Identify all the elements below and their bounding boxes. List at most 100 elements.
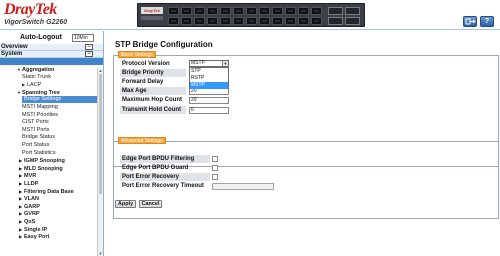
sidebar-item-bridge-settings[interactable]: Bridge Settings	[22, 96, 98, 104]
sidebar-item-aggregation[interactable]: ▼Aggregation	[17, 66, 54, 73]
ethernet-port[interactable]	[181, 7, 192, 15]
advanced-settings-group: Advanced Settings Edge Port BPDU Filteri…	[113, 137, 499, 219]
nav-configuration[interactable]	[0, 58, 103, 65]
ethernet-port[interactable]	[220, 17, 231, 25]
panel-logo: DrayTek	[141, 7, 163, 14]
protocol-option-mstp[interactable]: MSTP	[190, 82, 228, 89]
sidebar-item-mld-snooping[interactable]: ▶ MLD Snooping	[19, 165, 63, 172]
sidebar-item-static-trunk[interactable]: Static Trunk	[22, 74, 51, 81]
logout-icon[interactable]	[463, 16, 477, 27]
protocol-version-value: MSTP	[191, 60, 205, 66]
protocol-option-stp[interactable]: STP	[190, 68, 228, 75]
ethernet-port[interactable]	[259, 17, 270, 25]
brand-logo: DrayTek	[4, 1, 57, 18]
sidebar-item-label: Static Trunk	[22, 73, 52, 80]
sidebar-item-mvr[interactable]: ▶ MVR	[19, 172, 36, 179]
sidebar-item-label: GARP	[24, 203, 40, 210]
ethernet-port[interactable]	[285, 7, 296, 15]
sidebar-item-label: Port Status	[22, 142, 50, 148]
page-title: STP Bridge Configuration	[115, 40, 213, 49]
ethernet-port[interactable]	[311, 7, 322, 15]
sidebar-item-port-statistics[interactable]: Port Statistics	[22, 150, 56, 157]
sidebar-scrollbar[interactable]: ▲ ▼	[97, 68, 103, 256]
sidebar-item-label: CIST Ports	[22, 119, 49, 126]
bridge-priority-label: Bridge Priority	[120, 69, 186, 77]
sidebar-item-label: GVRP	[24, 211, 40, 218]
sidebar-item-lldp[interactable]: ▶ LLDP	[19, 180, 38, 187]
apply-button[interactable]: Apply	[115, 200, 136, 208]
sidebar-item-label: Spanning Tree	[22, 89, 60, 96]
ethernet-port[interactable]	[168, 7, 179, 15]
scrollbar-thumb[interactable]	[99, 74, 102, 194]
forward-delay-label: Forward Delay	[122, 79, 164, 85]
error-recovery-timeout-input[interactable]	[212, 183, 274, 190]
max-age-input[interactable]: 20	[189, 88, 229, 95]
ethernet-port[interactable]	[194, 7, 205, 15]
sfp-port[interactable]	[345, 7, 360, 15]
sidebar-item-msti-mapping[interactable]: MSTI Mapping	[22, 104, 58, 111]
sidebar-item-igmp-snooping[interactable]: ▶ IGMP Snooping	[19, 157, 65, 164]
auto-logout-select[interactable]: 10Min	[72, 34, 94, 42]
sidebar-item-label: QoS	[24, 219, 36, 225]
sidebar-item-single-ip[interactable]: ▶ Single IP	[19, 226, 47, 233]
cancel-button[interactable]: Cancel	[139, 200, 162, 208]
sidebar-item-bridge-status[interactable]: Bridge Status	[22, 134, 55, 141]
protocol-option-rstp[interactable]: RSTP	[190, 75, 228, 82]
max-age-label: Max Age	[120, 87, 186, 95]
ethernet-port[interactable]	[272, 17, 283, 25]
sidebar-item-easy-port[interactable]: ▶ Easy Port	[19, 233, 49, 240]
bpdu-guard-checkbox[interactable]	[212, 165, 218, 171]
ethernet-port[interactable]	[259, 7, 270, 15]
sidebar-item-msti-priorities[interactable]: MSTI Priorities	[22, 112, 58, 119]
ethernet-port[interactable]	[181, 17, 192, 25]
bpdu-filtering-checkbox[interactable]	[212, 156, 218, 162]
sfp-port[interactable]	[328, 17, 343, 25]
collapse-icon[interactable]: −	[85, 44, 93, 50]
sidebar-item-label: Bridge Settings	[24, 96, 62, 103]
ethernet-port[interactable]	[207, 7, 218, 15]
transmit-hold-count-input[interactable]: 6	[189, 107, 229, 114]
nav-system[interactable]: System −	[0, 51, 103, 58]
nav-overview[interactable]: Overview −	[0, 44, 103, 51]
help-icon[interactable]: ?	[480, 16, 494, 27]
sidebar-item-cist-ports[interactable]: CIST Ports	[22, 119, 49, 126]
protocol-version-select[interactable]: MSTP ▼	[189, 60, 229, 67]
sidebar-item-port-status[interactable]: Port Status	[22, 142, 49, 149]
ethernet-port[interactable]	[168, 17, 179, 25]
ethernet-port[interactable]	[246, 17, 257, 25]
ethernet-port[interactable]	[272, 7, 283, 15]
scroll-up-icon[interactable]: ▲	[98, 68, 103, 73]
ethernet-port[interactable]	[298, 7, 309, 15]
sidebar-item-msti-ports[interactable]: MSTI Ports	[22, 127, 50, 134]
ethernet-port[interactable]	[233, 7, 244, 15]
ethernet-port[interactable]	[298, 17, 309, 25]
max-hop-count-input[interactable]: 20	[189, 97, 229, 104]
sidebar-item-vlan[interactable]: ▶ VLAN	[19, 195, 39, 202]
sidebar-item-label: LACP	[27, 82, 42, 89]
chevron-down-icon[interactable]: ▼	[222, 61, 228, 66]
error-recovery-timeout-label: Port Error Recovery Timeout	[122, 183, 204, 189]
sidebar-item-label: Single IP	[24, 226, 48, 233]
nav-tree: ▼Aggregation Static Trunk ▶ LACP ▼Spanning T…	[0, 66, 98, 256]
ethernet-port[interactable]	[246, 7, 257, 15]
error-recovery-checkbox[interactable]	[212, 174, 218, 180]
sidebar-item-gvrp[interactable]: ▶ GVRP	[19, 210, 40, 217]
scroll-down-icon[interactable]: ▼	[98, 251, 103, 256]
sidebar-item-label: MSTI Priorities	[22, 111, 59, 118]
model-name: VigorSwitch G2260	[4, 19, 68, 26]
sidebar-item-filtering-data-base[interactable]: ▶ Filtering Data Base	[19, 188, 74, 195]
ethernet-port[interactable]	[207, 17, 218, 25]
sidebar-item-lacp[interactable]: ▶ LACP	[22, 81, 41, 88]
ethernet-port[interactable]	[194, 17, 205, 25]
ethernet-port[interactable]	[220, 7, 231, 15]
sfp-port[interactable]	[345, 17, 360, 25]
ethernet-port[interactable]	[233, 17, 244, 25]
sidebar-item-garp[interactable]: ▶ GARP	[19, 203, 40, 210]
collapse-icon[interactable]: −	[85, 51, 93, 57]
sidebar-item-qos[interactable]: ▶ QoS	[19, 218, 35, 225]
sfp-port[interactable]	[328, 7, 343, 15]
ethernet-port[interactable]	[311, 17, 322, 25]
sidebar-item-label: Aggregation	[22, 67, 55, 73]
ethernet-port[interactable]	[285, 17, 296, 25]
sidebar-item-spanning-tree[interactable]: ▼Spanning Tree	[17, 89, 60, 96]
